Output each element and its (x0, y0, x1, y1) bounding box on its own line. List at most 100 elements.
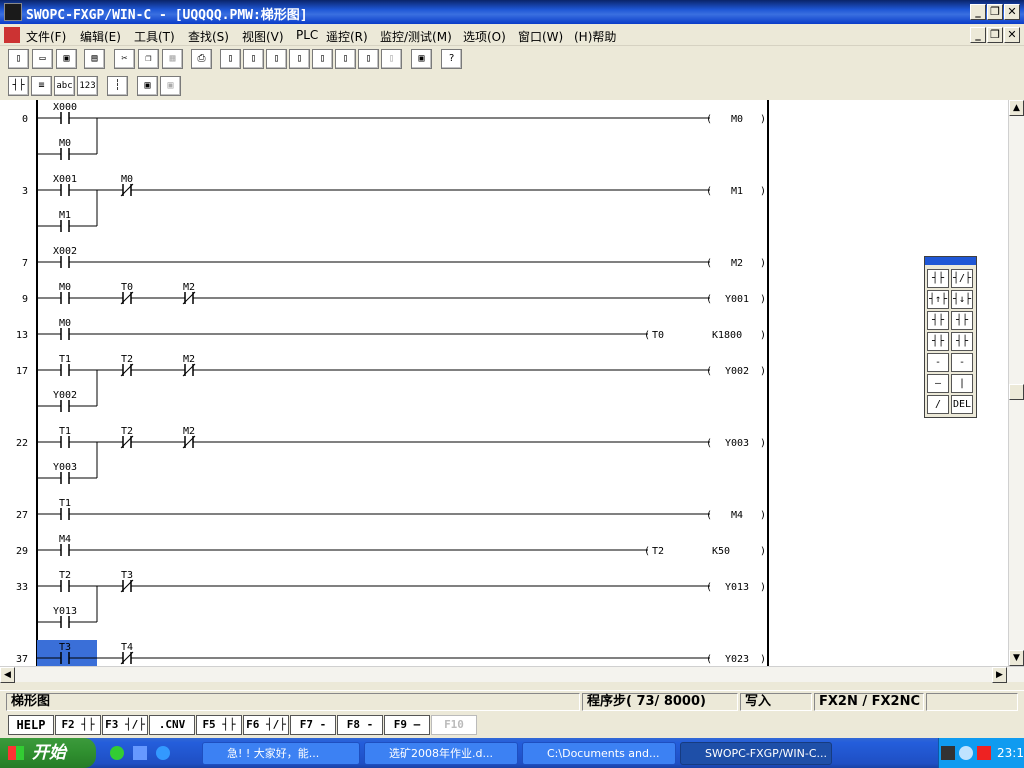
scroll-up-icon[interactable]: ▲ (1009, 100, 1024, 116)
menu-remote[interactable]: 遥控(R) (326, 28, 368, 45)
f9-line-button[interactable]: F9 — (384, 715, 430, 735)
menu-options[interactable]: 选项(O) (463, 28, 506, 45)
ie-quicklaunch-icon[interactable] (110, 746, 124, 760)
f4-convert-button[interactable]: .CNV (149, 715, 195, 735)
find-end-icon[interactable]: ▯ (243, 49, 264, 69)
coil-bracket-right: ) (760, 294, 766, 305)
menu-tools[interactable]: 工具(T) (134, 28, 175, 45)
transfer-icon[interactable]: ⎙ (191, 49, 212, 69)
instruction-view-icon[interactable]: ≡ (31, 76, 52, 96)
menu-view[interactable]: 视图(V) (242, 28, 284, 45)
antivirus-icon[interactable] (977, 746, 991, 760)
media-quicklaunch-icon[interactable] (156, 746, 170, 760)
scroll-down-icon[interactable]: ▼ (1009, 650, 1024, 666)
vline-icon[interactable]: | (951, 374, 973, 393)
new-file-icon[interactable]: ▯ (8, 49, 29, 69)
value-view-icon[interactable]: 123 (77, 76, 98, 96)
find-instruction-icon[interactable]: ▯ (312, 49, 333, 69)
contact-label: T2 (121, 426, 133, 437)
menu-monitor[interactable]: 监控/测试(M) (380, 28, 452, 45)
menu-edit[interactable]: 编辑(E) (80, 28, 121, 45)
delete-line-icon[interactable]: DEL (951, 395, 973, 414)
task-fxgp[interactable]: SWOPC-FXGP/WIN-C... (680, 742, 832, 765)
horizontal-scrollbar[interactable]: ◀ ▶ (0, 666, 1024, 683)
ladder-editor[interactable]: 0 X000 (M0) M0 3 X001 M0 (M1) M1 7 X002 (M2) 9 M0 T0 M2… (0, 100, 1008, 666)
cut-icon[interactable]: ✂ (114, 49, 135, 69)
function-icon[interactable]: -[]- (951, 353, 973, 385)
invert-icon[interactable]: / (927, 395, 949, 414)
save-icon[interactable]: ▣ (56, 49, 77, 69)
window-tile-icon[interactable]: ▣ (411, 49, 432, 69)
parallel-no-icon[interactable]: ┤├ (927, 311, 949, 330)
menu-plc[interactable]: PLC (296, 28, 318, 42)
menu-help[interactable]: (H)帮助 (574, 28, 616, 45)
timer-name: T0 (652, 330, 664, 341)
help-icon[interactable]: ? (441, 49, 462, 69)
f3-nc-contact-button[interactable]: F3 ┤/├ (102, 715, 148, 735)
print-icon[interactable]: ▤ (84, 49, 105, 69)
hline-icon[interactable]: — (927, 374, 949, 393)
monitor-off-icon[interactable]: ▣ (160, 76, 181, 96)
replace-icon[interactable]: ▯ (358, 49, 379, 69)
status-bar: 梯形图 程序步( 73/ 8000) 写入 FX2N / FX2NC (0, 690, 1024, 712)
copy-icon[interactable]: ❐ (138, 49, 159, 69)
doc-icon[interactable] (4, 27, 20, 43)
paste-icon[interactable]: ▦ (162, 49, 183, 69)
f10-button[interactable]: F10 (431, 715, 477, 735)
tray-arrow-icon[interactable] (959, 746, 973, 760)
task-word-doc[interactable]: 选矿2008年作业.d... (364, 742, 518, 765)
parallel-rise-icon[interactable]: ┤├ (927, 332, 949, 351)
f2-contact-button[interactable]: F2 ┤├ (55, 715, 101, 735)
f8-function-button[interactable]: F8 -[]- (337, 715, 383, 749)
menu-file[interactable]: 文件(F) (26, 28, 66, 45)
ladder-diagram[interactable]: 0 X000 (M0) M0 3 X001 M0 (M1) M1 7 X002 (M2) 9 M0 T0 M2… (0, 100, 1008, 666)
palette-title-bar[interactable] (925, 257, 976, 265)
find-device-icon[interactable]: ▯ (289, 49, 310, 69)
f1-help-button[interactable]: HELP (8, 715, 54, 735)
minimize-button[interactable]: _ (970, 4, 986, 20)
coil-name: M2 (731, 258, 743, 269)
parallel-fall-icon[interactable]: ┤├ (951, 332, 973, 351)
restore-button[interactable]: ❐ (987, 4, 1003, 20)
f5-parallel-button[interactable]: F5 ┤├ (196, 715, 242, 735)
app-icon[interactable] (4, 3, 22, 21)
disabled-tool-icon[interactable]: ▯ (381, 49, 402, 69)
close-button[interactable]: ✕ (1004, 4, 1020, 20)
f7-coil-button[interactable]: F7 -()- (290, 715, 336, 749)
coil-bracket-right: ) (760, 258, 766, 269)
keyboard-icon[interactable] (941, 746, 955, 760)
child-restore-button[interactable]: ❐ (987, 27, 1003, 43)
falling-edge-icon[interactable]: ┤↓├ (951, 290, 973, 309)
no-contact-icon[interactable]: ┤├ (927, 269, 949, 288)
vertical-scrollbar[interactable]: ▲ ▼ (1008, 100, 1024, 666)
step-number: 22 (16, 438, 28, 449)
list-icon[interactable]: ┆ (107, 76, 128, 96)
scroll-thumb[interactable] (1009, 384, 1024, 400)
step-number: 0 (22, 114, 28, 125)
coil-bracket-right: ) (760, 582, 766, 593)
menu-window[interactable]: 窗口(W) (518, 28, 563, 45)
open-folder-icon[interactable]: ▭ (32, 49, 53, 69)
monitor-icon[interactable]: ▣ (137, 76, 158, 96)
scroll-right-icon[interactable]: ▶ (992, 667, 1007, 683)
menu-find[interactable]: 查找(S) (188, 28, 229, 45)
child-close-button[interactable]: ✕ (1004, 27, 1020, 43)
parallel-nc-icon[interactable]: ┤├ (951, 311, 973, 330)
rising-edge-icon[interactable]: ┤↑├ (927, 290, 949, 309)
child-minimize-button[interactable]: _ (970, 27, 986, 43)
task-explorer[interactable]: C:\Documents and... (522, 742, 676, 765)
scroll-left-icon[interactable]: ◀ (0, 667, 15, 683)
comment-view-icon[interactable]: abc (54, 76, 75, 96)
find-contact-icon[interactable]: ▯ (335, 49, 356, 69)
show-desktop-icon[interactable] (133, 746, 147, 760)
step-number: 33 (16, 582, 28, 593)
nc-contact-icon[interactable]: ┤/├ (951, 269, 973, 288)
f6-parallel-nc-button[interactable]: F6 ┤/├ (243, 715, 289, 735)
find-step-icon[interactable]: ▯ (266, 49, 287, 69)
ladder-view-icon[interactable]: ┤├ (8, 76, 29, 96)
task-chat[interactable]: 急! ! 大家好，能... (202, 742, 360, 765)
coil-icon[interactable]: -()- (927, 353, 949, 385)
find-start-icon[interactable]: ▯ (220, 49, 241, 69)
contact-label: T2 (121, 354, 133, 365)
coil-bracket-right: ) (760, 114, 766, 125)
